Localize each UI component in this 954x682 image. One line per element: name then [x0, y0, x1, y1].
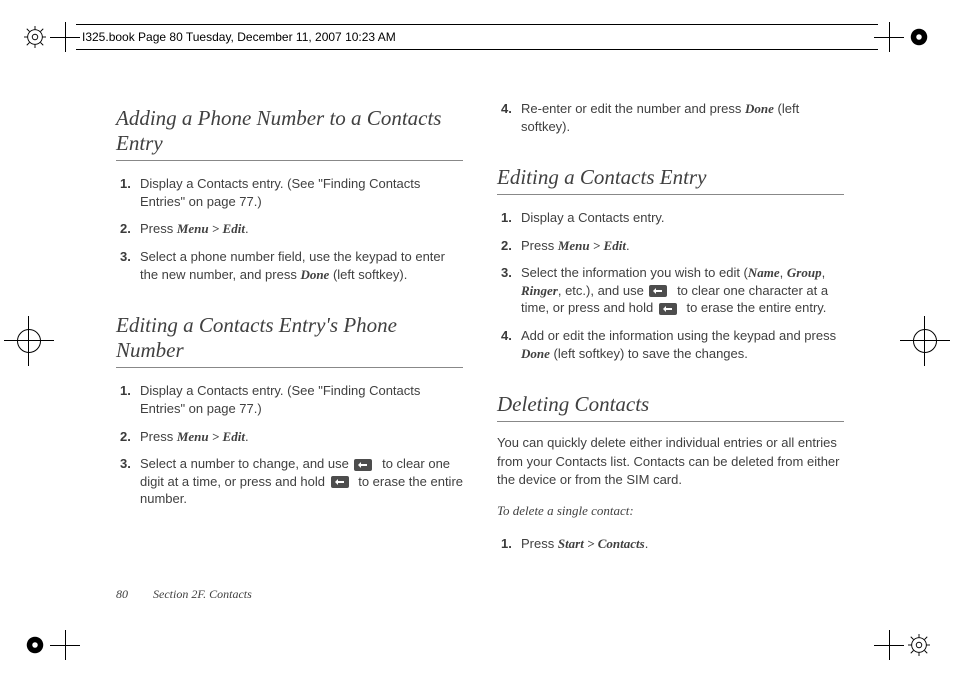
body-text: You can quickly delete either individual… — [497, 434, 844, 489]
step-item: 1. Display a Contacts entry. (See "Findi… — [116, 382, 463, 417]
backspace-key-icon — [354, 457, 376, 473]
page-number: 80 — [116, 587, 128, 601]
step-text: Add or edit the information using the ke… — [521, 328, 836, 361]
step-item: 2. Press Menu > Edit. — [116, 428, 463, 446]
steps-add-phone-number: 1. Display a Contacts entry. (See "Findi… — [116, 175, 463, 293]
registration-target-icon — [4, 316, 54, 366]
registration-gear-icon — [24, 634, 46, 656]
step-text: Press Menu > Edit. — [140, 221, 249, 236]
step-text: Re-enter or edit the number and press Do… — [521, 101, 799, 134]
step-text: Select a number to change, and use to cl… — [140, 456, 463, 506]
step-text: Press Menu > Edit. — [140, 429, 249, 444]
step-number: 2. — [120, 220, 131, 238]
right-column: 4. Re-enter or edit the number and press… — [497, 100, 844, 620]
backspace-key-icon — [649, 283, 671, 299]
step-number: 1. — [501, 209, 512, 227]
heading-deleting-contacts: Deleting Contacts — [497, 392, 844, 422]
crop-mark-icon — [50, 630, 80, 660]
heading-edit-contacts-entry: Editing a Contacts Entry — [497, 165, 844, 195]
heading-add-phone-number: Adding a Phone Number to a Contacts Entr… — [116, 106, 463, 161]
step-number: 4. — [501, 327, 512, 345]
step-text: Select a phone number field, use the key… — [140, 249, 445, 282]
doc-header-text: I325.book Page 80 Tuesday, December 11, … — [82, 30, 396, 44]
step-number: 1. — [120, 382, 131, 400]
step-number: 1. — [120, 175, 131, 193]
heading-edit-phone-number: Editing a Contacts Entry's Phone Number — [116, 313, 463, 368]
document-header: I325.book Page 80 Tuesday, December 11, … — [76, 24, 878, 50]
registration-target-icon — [900, 316, 950, 366]
step-item: 1. Press Start > Contacts. — [497, 535, 844, 553]
step-item: 3. Select a number to change, and use to… — [116, 455, 463, 508]
step-number: 3. — [120, 455, 131, 473]
step-item: 1. Display a Contacts entry. — [497, 209, 844, 227]
step-item: 2. Press Menu > Edit. — [116, 220, 463, 238]
step-text: Press Start > Contacts. — [521, 536, 648, 551]
step-item: 3. Select a phone number field, use the … — [116, 248, 463, 283]
registration-gear-icon — [24, 26, 46, 48]
step-number: 3. — [501, 264, 512, 282]
step-text: Select the information you wish to edit … — [521, 265, 828, 315]
page-body: Adding a Phone Number to a Contacts Entr… — [116, 100, 844, 620]
crop-mark-icon — [874, 22, 904, 52]
step-number: 1. — [501, 535, 512, 553]
steps-deleting-contacts: 1. Press Start > Contacts. — [497, 535, 844, 563]
step-text: Press Menu > Edit. — [521, 238, 630, 253]
step-item: 4. Add or edit the information using the… — [497, 327, 844, 362]
steps-edit-contacts-entry: 1. Display a Contacts entry. 2. Press Me… — [497, 209, 844, 372]
step-number: 4. — [501, 100, 512, 118]
steps-edit-phone-number: 1. Display a Contacts entry. (See "Findi… — [116, 382, 463, 517]
registration-gear-icon — [908, 26, 930, 48]
step-number: 2. — [501, 237, 512, 255]
step-text: Display a Contacts entry. (See "Finding … — [140, 176, 420, 209]
backspace-key-icon — [331, 474, 353, 490]
step-number: 2. — [120, 428, 131, 446]
left-column: Adding a Phone Number to a Contacts Entr… — [116, 100, 463, 620]
step-item: 3. Select the information you wish to ed… — [497, 264, 844, 317]
step-number: 3. — [120, 248, 131, 266]
steps-continued: 4. Re-enter or edit the number and press… — [497, 100, 844, 145]
registration-gear-icon — [908, 634, 930, 656]
section-label: Section 2F. Contacts — [153, 587, 252, 601]
step-item: 1. Display a Contacts entry. (See "Findi… — [116, 175, 463, 210]
step-item: 4. Re-enter or edit the number and press… — [497, 100, 844, 135]
page-footer: 80 Section 2F. Contacts — [116, 587, 252, 602]
step-item: 2. Press Menu > Edit. — [497, 237, 844, 255]
sub-heading: To delete a single contact: — [497, 503, 844, 519]
step-text: Display a Contacts entry. (See "Finding … — [140, 383, 420, 416]
step-text: Display a Contacts entry. — [521, 210, 665, 225]
crop-mark-icon — [874, 630, 904, 660]
backspace-key-icon — [659, 301, 681, 317]
